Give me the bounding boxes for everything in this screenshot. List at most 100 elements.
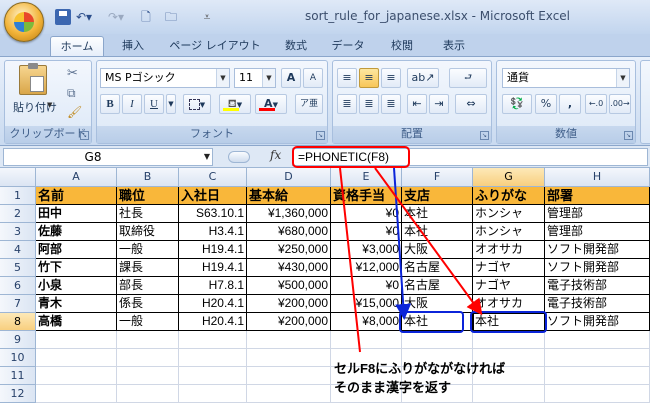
- cell-E7[interactable]: ¥15,000: [331, 295, 402, 313]
- cell-C4[interactable]: H19.4.1: [179, 241, 247, 259]
- align-top-icon[interactable]: ≡: [337, 68, 357, 88]
- column-header[interactable]: G: [473, 168, 545, 187]
- cell-A6[interactable]: 小泉: [36, 277, 117, 295]
- cell-H1[interactable]: 部署: [545, 187, 650, 205]
- tab-formulas[interactable]: 数式: [278, 36, 314, 56]
- cell-H8[interactable]: ソフト開発部: [545, 313, 650, 331]
- row-header[interactable]: 5: [0, 259, 36, 277]
- column-header[interactable]: B: [117, 168, 179, 187]
- borders-button[interactable]: ▼: [183, 94, 211, 114]
- cell-D6[interactable]: ¥500,000: [247, 277, 331, 295]
- row-header[interactable]: 3: [0, 223, 36, 241]
- cell-A5[interactable]: 竹下: [36, 259, 117, 277]
- row-header[interactable]: 7: [0, 295, 36, 313]
- chevron-down-icon[interactable]: ▼: [204, 149, 210, 165]
- cell-D5[interactable]: ¥430,000: [247, 259, 331, 277]
- bold-button[interactable]: B: [100, 94, 120, 114]
- number-format-combo[interactable]: 通貨 ▼: [502, 68, 630, 88]
- cell-F7[interactable]: 大阪: [402, 295, 473, 313]
- alignment-launcher-icon[interactable]: ↘: [480, 131, 489, 140]
- cell-G1[interactable]: ふりがな: [473, 187, 545, 205]
- row-header[interactable]: 9: [0, 331, 36, 349]
- insert-function-icon[interactable]: fx: [270, 148, 281, 162]
- cell-D3[interactable]: ¥680,000: [247, 223, 331, 241]
- font-color-button[interactable]: A▼: [255, 94, 287, 114]
- cell-C1[interactable]: 入社日: [179, 187, 247, 205]
- number-launcher-icon[interactable]: ↘: [624, 131, 633, 140]
- cell-H9[interactable]: [545, 331, 650, 349]
- font-launcher-icon[interactable]: ↘: [316, 131, 325, 140]
- cell-C3[interactable]: H3.4.1: [179, 223, 247, 241]
- column-header[interactable]: A: [36, 168, 117, 187]
- cell-A4[interactable]: 阿部: [36, 241, 117, 259]
- fill-color-button[interactable]: ⛾▼: [219, 94, 251, 114]
- cell-H3[interactable]: 管理部: [545, 223, 650, 241]
- cell-C2[interactable]: S63.10.1: [179, 205, 247, 223]
- percent-button[interactable]: %: [535, 94, 557, 114]
- cell-H12[interactable]: [545, 385, 650, 403]
- cell-C10[interactable]: [179, 349, 247, 367]
- cell-D8[interactable]: ¥200,000: [247, 313, 331, 331]
- cell-D2[interactable]: ¥1,360,000: [247, 205, 331, 223]
- cell-B5[interactable]: 課長: [117, 259, 179, 277]
- cell-A7[interactable]: 青木: [36, 295, 117, 313]
- cell-B7[interactable]: 係長: [117, 295, 179, 313]
- chevron-down-icon[interactable]: ▼: [262, 69, 275, 87]
- shrink-font-button[interactable]: A: [303, 68, 323, 88]
- underline-dropdown-icon[interactable]: ▼: [166, 94, 176, 114]
- increase-decimal-icon[interactable]: ←.0: [585, 94, 607, 114]
- cell-A3[interactable]: 佐藤: [36, 223, 117, 241]
- cell-G2[interactable]: ホンシャ: [473, 205, 545, 223]
- chevron-down-icon[interactable]: ▼: [216, 69, 229, 87]
- align-left-icon[interactable]: ≣: [337, 94, 357, 114]
- cell-C6[interactable]: H7.8.1: [179, 277, 247, 295]
- underline-button[interactable]: U: [144, 94, 164, 114]
- cell-D1[interactable]: 基本給: [247, 187, 331, 205]
- column-header[interactable]: F: [402, 168, 473, 187]
- chevron-down-icon[interactable]: ▼: [616, 69, 629, 87]
- increase-indent-icon[interactable]: ⇥: [429, 94, 449, 114]
- cell-D12[interactable]: [247, 385, 331, 403]
- format-painter-icon[interactable]: 🖌: [67, 105, 82, 119]
- cell-B10[interactable]: [117, 349, 179, 367]
- formula-bar-resize-handle[interactable]: [228, 151, 250, 163]
- cell-E4[interactable]: ¥3,000: [331, 241, 402, 259]
- row-header[interactable]: 6: [0, 277, 36, 295]
- cell-A9[interactable]: [36, 331, 117, 349]
- orientation-icon[interactable]: ab↗: [407, 68, 439, 88]
- paste-dropdown-icon[interactable]: ▼: [47, 101, 52, 109]
- cell-F6[interactable]: 名古屋: [402, 277, 473, 295]
- cell-G7[interactable]: オオサカ: [473, 295, 545, 313]
- paste-icon[interactable]: [19, 63, 47, 95]
- tab-page-layout[interactable]: ページ レイアウト: [160, 36, 270, 56]
- italic-button[interactable]: I: [122, 94, 142, 114]
- copy-icon[interactable]: ⧉: [67, 86, 76, 101]
- cell-H2[interactable]: 管理部: [545, 205, 650, 223]
- merge-center-icon[interactable]: ⇔: [455, 94, 487, 114]
- name-box[interactable]: G8 ▼: [3, 148, 213, 166]
- align-bottom-icon[interactable]: ≡: [381, 68, 401, 88]
- cell-A11[interactable]: [36, 367, 117, 385]
- tab-home[interactable]: ホーム: [50, 36, 104, 56]
- cell-C5[interactable]: H19.4.1: [179, 259, 247, 277]
- tab-review[interactable]: 校閲: [384, 36, 420, 56]
- cell-C7[interactable]: H20.4.1: [179, 295, 247, 313]
- cell-H6[interactable]: 電子技術部: [545, 277, 650, 295]
- cell-E3[interactable]: ¥0: [331, 223, 402, 241]
- cell-F1[interactable]: 支店: [402, 187, 473, 205]
- align-right-icon[interactable]: ≣: [381, 94, 401, 114]
- decrease-indent-icon[interactable]: ⇤: [407, 94, 427, 114]
- cell-D9[interactable]: [247, 331, 331, 349]
- cell-F3[interactable]: 本社: [402, 223, 473, 241]
- phonetic-button[interactable]: ア亜: [295, 94, 323, 114]
- cell-E1[interactable]: 資格手当: [331, 187, 402, 205]
- row-header[interactable]: 11: [0, 367, 36, 385]
- cell-B6[interactable]: 部長: [117, 277, 179, 295]
- cell-H5[interactable]: ソフト開発部: [545, 259, 650, 277]
- row-header[interactable]: 10: [0, 349, 36, 367]
- cell-B11[interactable]: [117, 367, 179, 385]
- row-header[interactable]: 4: [0, 241, 36, 259]
- cell-A2[interactable]: 田中: [36, 205, 117, 223]
- cell-E6[interactable]: ¥0: [331, 277, 402, 295]
- tab-data[interactable]: データ: [328, 36, 368, 56]
